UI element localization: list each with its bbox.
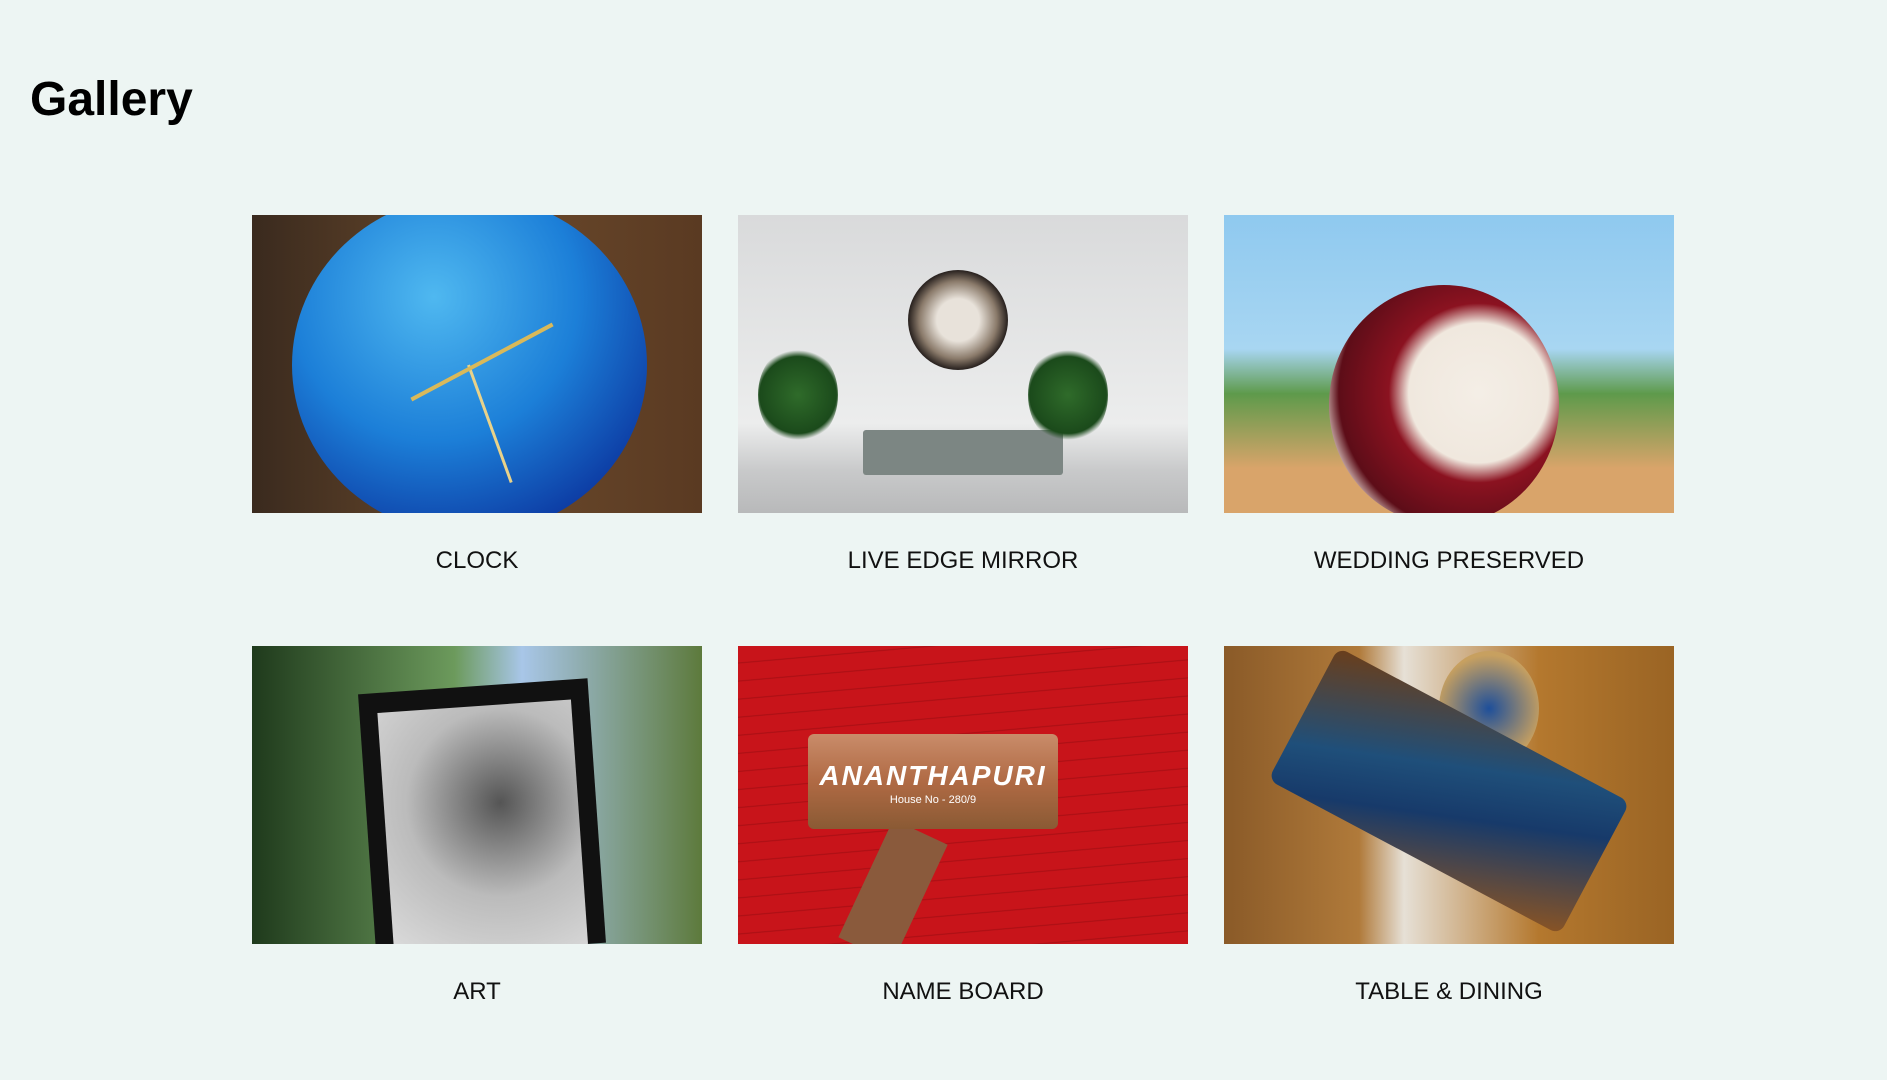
wedding-preserved-image[interactable]	[1224, 215, 1674, 513]
gallery-item-label: NAME BOARD	[882, 978, 1044, 1005]
live-edge-mirror-image[interactable]	[738, 215, 1188, 513]
gallery-item-table-dining[interactable]: TABLE & DINING	[1224, 646, 1674, 1077]
clock-image[interactable]	[252, 215, 702, 513]
gallery-item-clock[interactable]: CLOCK	[252, 215, 702, 646]
gallery-item-art[interactable]: ART	[252, 646, 702, 1077]
gallery-item-live-edge-mirror[interactable]: LIVE EDGE MIRROR	[738, 215, 1188, 646]
gallery-item-label: WEDDING PRESERVED	[1313, 547, 1585, 574]
name-board-image[interactable]: ANANTHAPURI House No - 280/9	[738, 646, 1188, 944]
page-title: Gallery	[30, 73, 193, 126]
gallery-item-name-board[interactable]: ANANTHAPURI House No - 280/9 NAME BOARD	[738, 646, 1188, 1077]
art-image[interactable]	[252, 646, 702, 944]
gallery-item-label: LIVE EDGE MIRROR	[847, 547, 1079, 574]
gallery-item-label: ART	[453, 978, 501, 1005]
board-name-text: ANANTHAPURI	[819, 760, 1047, 791]
gallery-item-label: TABLE & DINING	[1355, 978, 1543, 1005]
board-house-text: House No - 280/9	[889, 794, 977, 806]
gallery-item-label: CLOCK	[435, 547, 519, 574]
table-dining-image[interactable]	[1224, 646, 1674, 944]
gallery-item-wedding-preserved[interactable]: WEDDING PRESERVED	[1224, 215, 1674, 646]
gallery-grid: CLOCK LIVE EDGE MIRROR WEDDING PRESERVED…	[252, 215, 1674, 1077]
